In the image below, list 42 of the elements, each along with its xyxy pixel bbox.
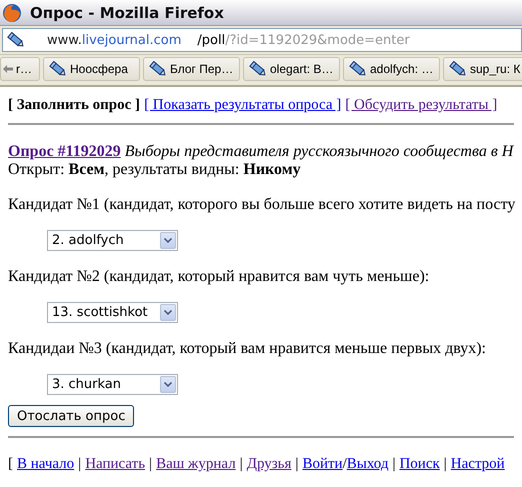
footer-link[interactable]: Настрой [450, 456, 505, 473]
poll-access-text: Открыт: Всем, результаты видны: Никому [8, 161, 302, 179]
separator: | [444, 456, 447, 473]
separator: | [149, 456, 152, 473]
submit-button[interactable]: Отослать опрос [8, 405, 134, 427]
separator: | [78, 456, 82, 473]
candidate-dropdown[interactable]: 3. churkan [47, 374, 178, 395]
poll-description: Выборы представителя русскоязычного сообщества в Н [124, 143, 514, 160]
separator: | [392, 456, 396, 473]
bookmark-tab[interactable]: sup_ru: К [443, 57, 522, 81]
bookmark-tab[interactable]: r… [0, 57, 40, 81]
bookmark-tab[interactable]: adolfych: … [343, 57, 440, 81]
bookmark-tab[interactable]: olegart: В… [243, 57, 340, 81]
chevron-down-icon [164, 310, 172, 315]
footer-link[interactable]: Написать [85, 456, 146, 473]
footer-link[interactable]: Выход [346, 456, 388, 473]
window-title: Опрос - Mozilla Firefox [30, 4, 224, 22]
bookmark-tab[interactable]: Блог Пер… [143, 57, 240, 81]
fox-globe-logo-icon [2, 2, 22, 22]
poll-title-link[interactable]: Опрос #1192029 [8, 143, 121, 160]
chevron-down-icon [164, 382, 172, 387]
candidate-dropdown[interactable]: 2. adolfych [47, 230, 178, 251]
question-label: Кандидат №2 (кандидат, который нравится вам чуть меньше): [8, 268, 430, 286]
footer-link[interactable]: Друзья [246, 456, 292, 473]
footer-link[interactable]: Поиск [399, 456, 440, 473]
poll-nav-link[interactable]: [ Показать результаты опроса ] [144, 97, 342, 114]
footer-link[interactable]: Ваш журнал [156, 456, 236, 473]
address-field[interactable]: www.livejournal.com /poll/?id=1192029&mode=enter [2, 28, 522, 52]
poll-nav-link[interactable]: [ Обсудить результаты ] [345, 97, 498, 114]
bookmark-tab[interactable]: Ноосфера [43, 57, 140, 81]
question-label: Кандидаи №3 (кандидат, который вам нравится меньше первых двух): [8, 340, 487, 358]
back-arrow-icon [3, 65, 13, 73]
chevron-down-icon [164, 238, 172, 243]
separator: | [240, 456, 243, 473]
candidate-dropdown[interactable]: 13. scottishkot [47, 302, 178, 323]
footer-link[interactable]: В начало [17, 456, 74, 473]
current-tab-label: [ Заполнить опрос ] [8, 97, 140, 114]
separator: / [342, 456, 347, 473]
question-label: Кандидат №1 (кандидат, которого вы больше всего хотите видеть на посту [8, 196, 514, 214]
separator: | [295, 456, 298, 473]
footer-link[interactable]: Войти [302, 456, 343, 473]
separator: [ [8, 456, 13, 473]
